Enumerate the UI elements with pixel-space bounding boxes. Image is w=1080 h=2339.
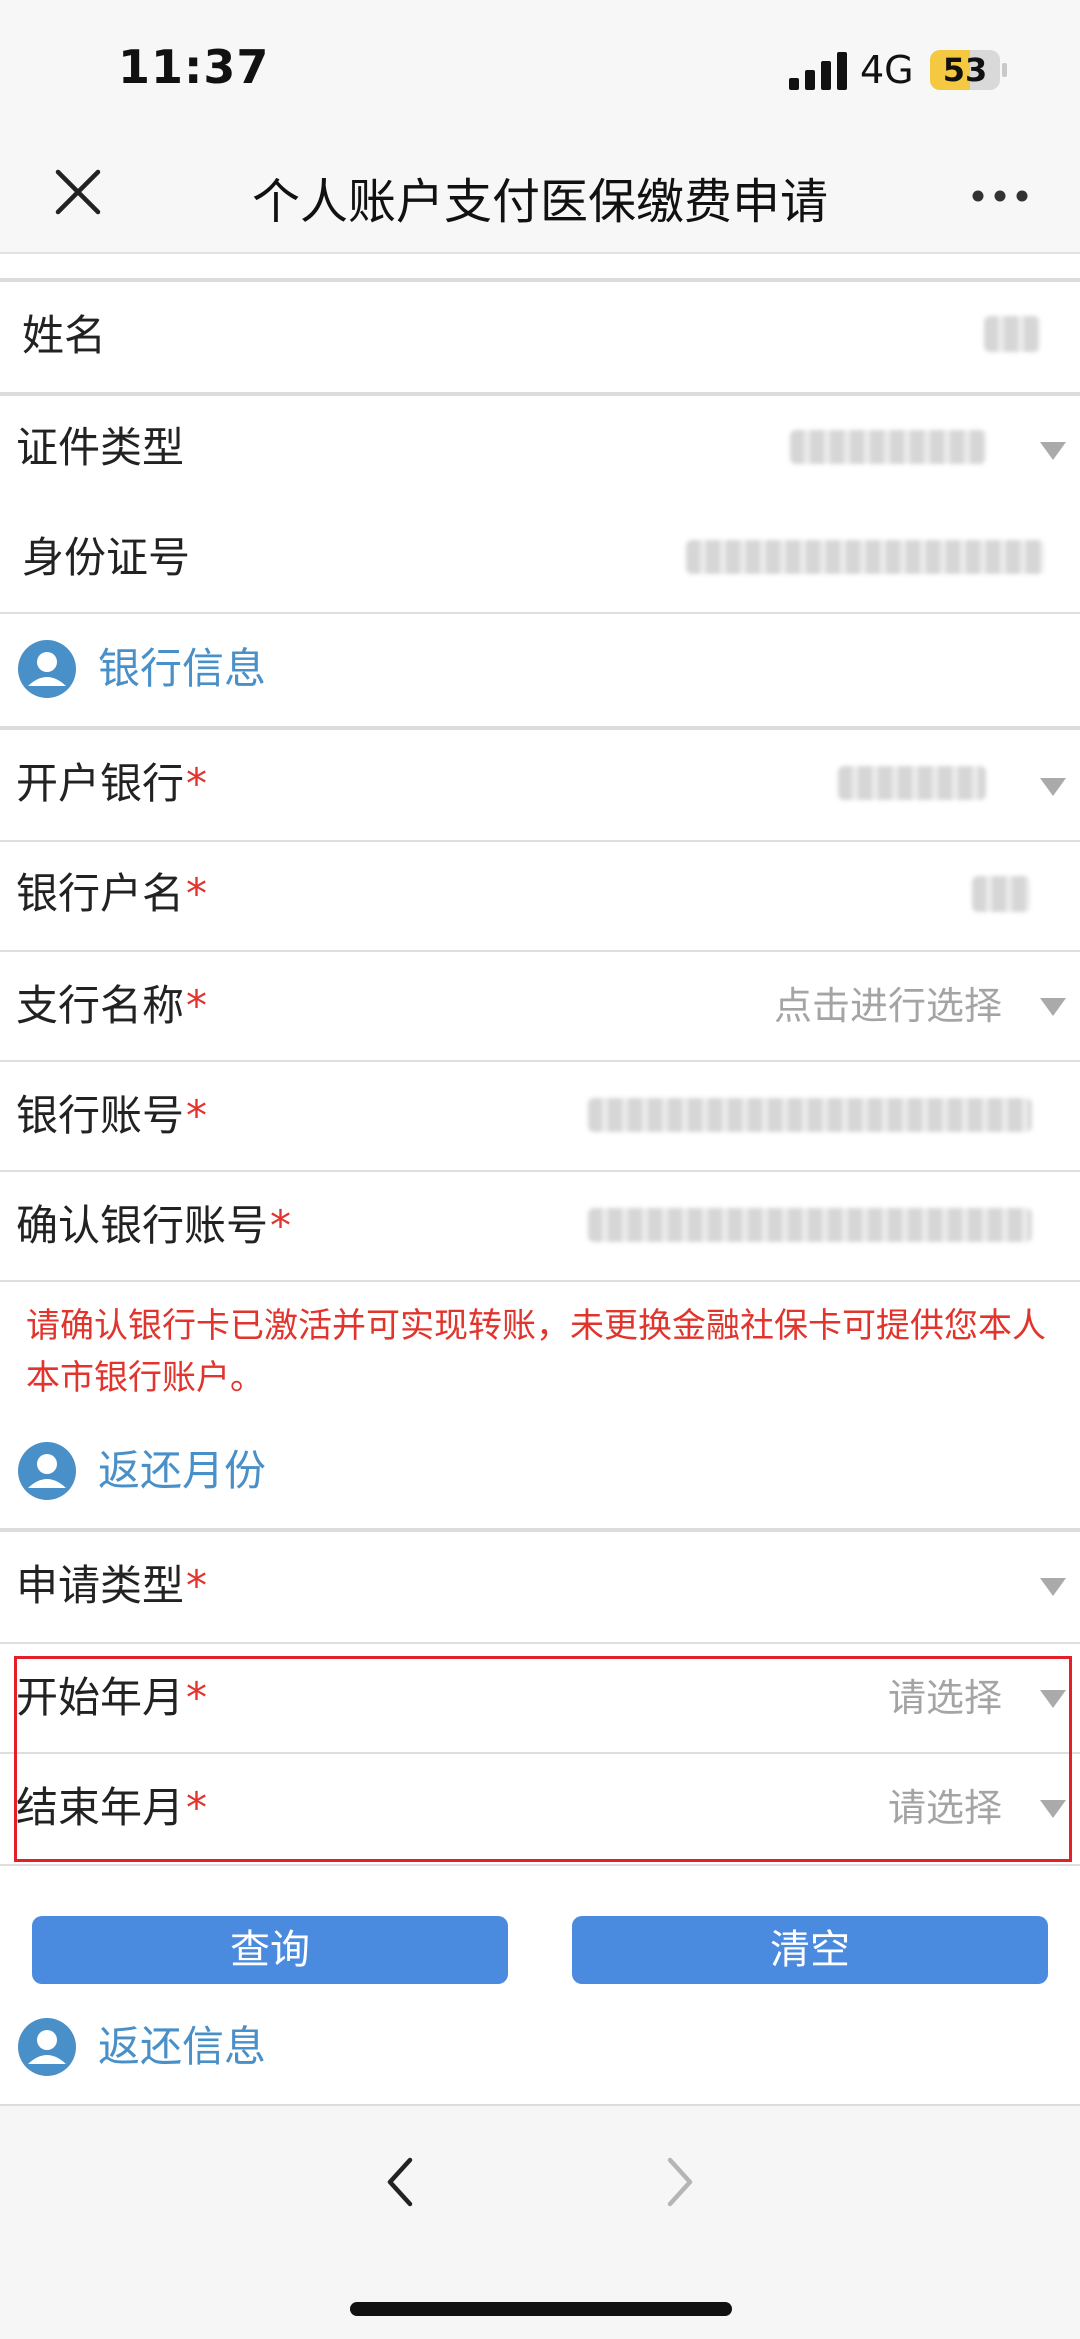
forward-arrow-icon[interactable]: [660, 2152, 700, 2212]
cellular-signal-icon: [789, 52, 847, 90]
branch-label: 支行名称*: [16, 981, 208, 1030]
home-indicator[interactable]: [350, 2302, 732, 2316]
dropdown-arrow-icon: [1040, 1578, 1066, 1596]
divider: [0, 726, 1080, 730]
divider: [0, 392, 1080, 396]
browser-toolbar: [0, 2104, 1080, 2339]
back-arrow-icon[interactable]: [380, 2152, 420, 2212]
divider: [0, 278, 1080, 282]
bank-label: 开户银行*: [16, 759, 208, 808]
divider: [0, 1864, 1080, 1866]
account-number-label: 银行账号*: [16, 1091, 208, 1140]
bank-notice: 请确认银行卡已激活并可实现转账，未更换金融社保卡可提供您本人本市银行账户。: [26, 1306, 1046, 1398]
network-type: 4G: [860, 48, 914, 92]
refund-month-section-title: 返还月份: [98, 1446, 267, 1495]
battery-level: 53: [942, 51, 988, 89]
user-avatar-icon: [18, 1442, 76, 1500]
branch-placeholder: 点击进行选择: [773, 984, 1002, 1028]
name-label: 姓名: [22, 311, 107, 360]
status-time: 11:37: [118, 40, 270, 94]
clear-button[interactable]: 清空: [572, 1916, 1048, 1984]
query-button[interactable]: 查询: [32, 1916, 508, 1984]
divider: [0, 1642, 1080, 1644]
divider: [0, 1528, 1080, 1532]
divider: [0, 1060, 1080, 1062]
divider: [0, 1170, 1080, 1172]
account-name-label: 银行户名*: [16, 869, 208, 918]
id-type-value: [790, 430, 986, 464]
user-avatar-icon: [18, 2018, 76, 2076]
apply-type-label: 申请类型*: [16, 1561, 208, 1610]
divider: [0, 950, 1080, 952]
id-type-label: 证件类型: [16, 423, 185, 472]
highlight-box: [14, 1656, 1072, 1862]
user-avatar-icon: [18, 640, 76, 698]
confirm-account-label: 确认银行账号*: [16, 1201, 292, 1250]
divider: [0, 840, 1080, 842]
nav-bar: 个人账户支付医保缴费申请: [0, 140, 1080, 254]
status-bar: 11:37 4G 53: [0, 0, 1080, 140]
account-name-value: [972, 876, 1030, 912]
name-value: [984, 316, 1040, 352]
id-number-label: 身份证号: [22, 533, 191, 582]
account-number-value: [588, 1098, 1032, 1132]
more-icon[interactable]: [970, 186, 1030, 206]
dropdown-arrow-icon: [1040, 998, 1066, 1016]
bank-value: [838, 766, 986, 800]
page-title: 个人账户支付医保缴费申请: [251, 174, 828, 230]
id-number-value: [686, 540, 1044, 574]
bank-section-title: 银行信息: [98, 644, 267, 693]
divider: [0, 612, 1080, 614]
refund-info-section-title: 返还信息: [98, 2022, 267, 2071]
dropdown-arrow-icon: [1040, 778, 1066, 796]
confirm-account-value: [588, 1208, 1032, 1242]
divider: [0, 1280, 1080, 1282]
dropdown-arrow-icon: [1040, 442, 1066, 460]
